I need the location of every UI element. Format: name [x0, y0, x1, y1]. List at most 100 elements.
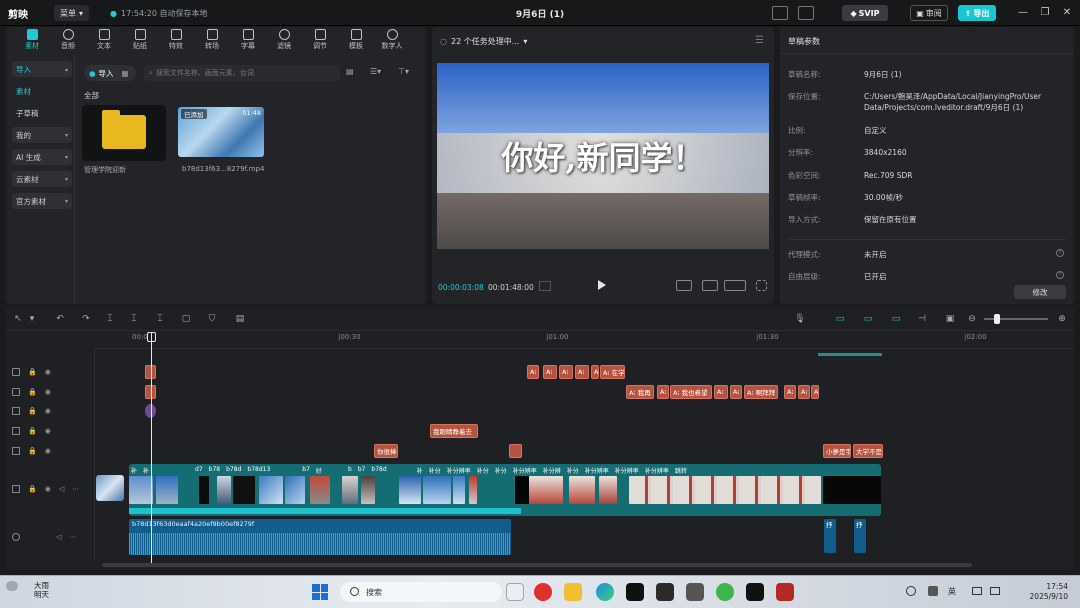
- text-clip[interactable]: [509, 444, 522, 458]
- tab-text[interactable]: 文本: [86, 27, 122, 53]
- sidebar-item-import[interactable]: 导入 ▴: [12, 61, 72, 77]
- tab-subtitle[interactable]: 字幕: [230, 27, 266, 53]
- more-icon[interactable]: ⋯: [72, 485, 79, 493]
- text-clip[interactable]: A⁝ 啊拜拜: [744, 385, 778, 399]
- text-clip[interactable]: A⁝: [811, 385, 819, 399]
- sidebar-item-official[interactable]: 官方素材 ▾: [12, 193, 72, 209]
- crop-icon[interactable]: [702, 280, 718, 291]
- info-icon[interactable]: ?: [1056, 249, 1064, 257]
- tab-sticker[interactable]: 贴纸: [122, 27, 158, 53]
- text-clip[interactable]: A⁝: [559, 365, 573, 379]
- eye-icon[interactable]: ◉: [45, 427, 51, 435]
- audio-clip[interactable]: b78d13f63d0eaaf4a20ef9b00ef8279f: [129, 519, 511, 555]
- eye-icon[interactable]: ◉: [45, 447, 51, 455]
- lock-icon[interactable]: 🔒: [28, 427, 37, 435]
- cover-thumbnail[interactable]: [96, 475, 124, 501]
- text-clip[interactable]: A⁝: [730, 385, 742, 399]
- ratio-icon[interactable]: [724, 280, 746, 291]
- speaker-icon[interactable]: ◁: [59, 485, 64, 493]
- expand-icon[interactable]: [756, 280, 767, 291]
- caption-toggle-icon[interactable]: ▣: [944, 313, 956, 325]
- text-clip[interactable]: A⁝ 我再: [626, 385, 654, 399]
- edge-icon[interactable]: [596, 583, 614, 601]
- weather-widget[interactable]: 大雨 明天: [34, 581, 49, 599]
- ai-caption-icon[interactable]: ▤: [234, 313, 246, 325]
- delete-icon[interactable]: ▢: [180, 313, 192, 325]
- svip-button[interactable]: ◆ SVIP: [842, 5, 888, 21]
- tab-audio[interactable]: 音频: [50, 27, 86, 53]
- text-clip[interactable]: 我眼睛睁着去: [430, 424, 478, 438]
- layout-icon[interactable]: [798, 6, 814, 20]
- zoom-in-icon[interactable]: ⊕: [1056, 313, 1068, 325]
- text-clip[interactable]: A⁝: [714, 385, 728, 399]
- tab-media[interactable]: 素材: [14, 27, 50, 53]
- zoom-out-icon[interactable]: ⊖: [966, 313, 978, 325]
- tray-icon[interactable]: [928, 586, 938, 596]
- zoom-slider-handle[interactable]: [994, 314, 1000, 324]
- microphone-icon[interactable]: 🎙: [794, 313, 806, 325]
- sidebar-item-mine[interactable]: 我的 ▾: [12, 127, 72, 143]
- tray-icon[interactable]: [906, 586, 916, 596]
- app-icon[interactable]: [776, 583, 794, 601]
- split-right-icon[interactable]: ⌶: [154, 313, 166, 325]
- eye-icon[interactable]: ◉: [45, 485, 51, 493]
- speaker-icon[interactable]: ◁: [56, 533, 61, 541]
- review-button[interactable]: ▣ 审阅: [910, 5, 948, 21]
- horizontal-scrollbar[interactable]: [102, 563, 972, 567]
- text-clip[interactable]: A⁝: [657, 385, 669, 399]
- shortcut-icon[interactable]: [772, 6, 788, 20]
- grid-icon[interactable]: ▦: [122, 69, 129, 78]
- text-clip[interactable]: A⁝: [784, 385, 796, 399]
- network-icon[interactable]: [972, 587, 982, 595]
- shield-icon[interactable]: ⛉: [206, 313, 218, 325]
- text-clip[interactable]: A⁝: [527, 365, 539, 379]
- sidebar-item-subdraft[interactable]: 子草稿: [12, 105, 72, 121]
- link-main-track-icon[interactable]: ▭: [832, 313, 848, 325]
- filter-icon[interactable]: ⊤▾: [398, 67, 422, 79]
- wechat-icon[interactable]: [716, 583, 734, 601]
- clock[interactable]: 17:54 2025/9/10: [1010, 582, 1068, 602]
- text-clip[interactable]: 小夢是宇: [823, 444, 851, 458]
- close-icon[interactable]: ✕: [1060, 6, 1074, 20]
- tab-adjust[interactable]: 调节: [302, 27, 338, 53]
- file-explorer-icon[interactable]: [564, 583, 582, 601]
- playhead[interactable]: [151, 333, 152, 563]
- lock-icon[interactable]: 🔒: [28, 368, 37, 376]
- app-icon[interactable]: [656, 583, 674, 601]
- tab-digital-human[interactable]: 数字人: [374, 27, 410, 53]
- lock-icon[interactable]: 🔒: [28, 407, 37, 415]
- undo-icon[interactable]: ↶: [54, 313, 66, 325]
- text-clip[interactable]: A⁝: [798, 385, 810, 399]
- taskbar-search[interactable]: 搜索: [340, 582, 502, 602]
- info-icon[interactable]: ?: [1056, 271, 1064, 279]
- import-button[interactable]: ● 导入 ▦: [84, 65, 136, 81]
- menu-button[interactable]: 菜单 ▾: [54, 5, 90, 21]
- task-status[interactable]: ◌ 22 个任务处理中... ▾: [440, 36, 527, 47]
- eye-icon[interactable]: ◉: [45, 407, 51, 415]
- main-video-track[interactable]: 补 补 d7 b78 b78d b78d13 b7 好 b b7 b78d 补 …: [129, 464, 881, 516]
- eye-icon[interactable]: ◉: [45, 368, 51, 376]
- tab-filter[interactable]: 滤镜: [266, 27, 302, 53]
- clip-thumbnail[interactable]: 已添加 01:48: [178, 107, 264, 157]
- lock-icon[interactable]: 🔒: [28, 447, 37, 455]
- folder-card[interactable]: [82, 105, 166, 161]
- text-clip[interactable]: A⁝ 我也希望: [670, 385, 712, 399]
- chevron-down-icon[interactable]: ▾: [26, 313, 38, 325]
- text-clip[interactable]: 你很棒: [374, 444, 398, 458]
- lock-icon[interactable]: 🔒: [28, 388, 37, 396]
- timeline-view-icon[interactable]: [539, 281, 551, 291]
- lock-icon[interactable]: 🔒: [28, 485, 37, 493]
- volume-icon[interactable]: [990, 587, 1000, 595]
- sidebar-item-cloud[interactable]: 云素材 ▾: [12, 171, 72, 187]
- task-view-icon[interactable]: [506, 583, 524, 601]
- export-button[interactable]: ⇪ 导出: [958, 5, 996, 21]
- time-ruler[interactable]: 00:00 |00:30 |01:00 |01:30 |02:00: [94, 331, 1074, 349]
- text-clip[interactable]: A⁝: [591, 365, 599, 379]
- sort-icon[interactable]: ☰▾: [370, 67, 394, 79]
- redo-icon[interactable]: ↷: [80, 313, 92, 325]
- weather-icon[interactable]: [6, 581, 18, 591]
- minimize-icon[interactable]: —: [1016, 6, 1030, 20]
- tab-transition[interactable]: 转场: [194, 27, 230, 53]
- modify-button[interactable]: 修改: [1014, 285, 1066, 299]
- snap-icon[interactable]: ▭: [888, 313, 904, 325]
